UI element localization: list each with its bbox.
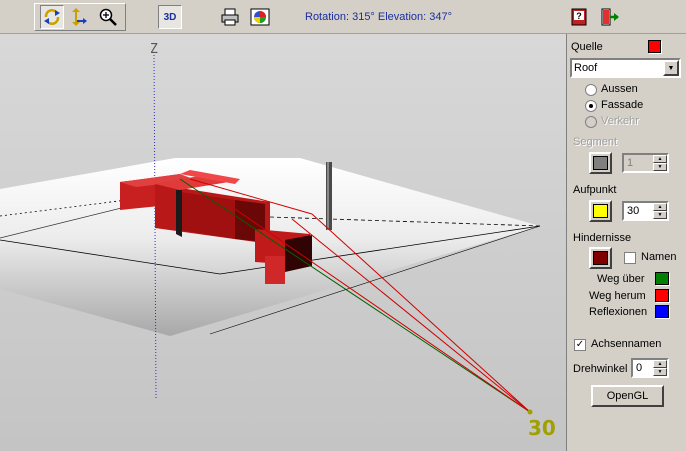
legend-weg-herum-swatch[interactable] [655,289,669,302]
rotation-elevation-status: Rotation: 315° Elevation: 347° [305,11,453,23]
color-palette-icon [250,8,270,26]
zoom-button[interactable] [96,5,120,29]
aufpunkt-color-button[interactable] [589,200,612,222]
3d-label: 3D [163,11,177,23]
drehwinkel-value: 0 [636,362,643,374]
aufpunkt-color-fill [593,204,608,218]
source-select[interactable]: Roof ▼ [570,58,681,78]
toolbar: 3D Rotation: 315° Elevation: 347° ? [0,0,686,34]
quelle-label: Quelle [571,41,603,53]
hindernisse-color-button[interactable] [589,247,612,269]
hindernisse-label: Hindernisse [573,232,632,244]
source-select-value: Roof [574,62,598,74]
radio-aussen-label[interactable]: Aussen [601,83,638,95]
namen-label[interactable]: Namen [641,251,676,263]
legend-reflexionen-swatch[interactable] [655,305,669,318]
legend-reflexionen-label: Reflexionen [589,306,648,318]
3d-scene[interactable] [0,34,566,451]
legend-weg-ueber-label: Weg über [597,273,645,285]
chevron-down-icon[interactable]: ▼ [663,60,679,76]
legend-weg-ueber-swatch[interactable] [655,272,669,285]
exit-icon [601,8,619,26]
printer-icon [221,8,239,26]
aufpunkt-spinner[interactable]: 30 ▲ ▼ [622,201,669,221]
radio-aussen[interactable] [585,84,597,96]
rotate-icon [44,9,60,25]
aufpunkt-label: Aufpunkt [573,184,617,196]
aufpunkt-value: 30 [627,205,640,217]
3d-toggle-button[interactable]: 3D [158,5,182,29]
drehwinkel-spinner[interactable]: 0 ▲ ▼ [631,358,669,378]
achsennamen-label[interactable]: Achsennamen [591,338,661,350]
namen-checkbox[interactable] [624,252,636,264]
drehwinkel-spin-arrows[interactable]: ▲ ▼ [653,360,667,376]
segment-color-fill [593,156,608,170]
print-button[interactable] [218,5,242,29]
hindernisse-color-fill [593,251,608,265]
radio-fassade[interactable] [585,100,597,112]
legend-weg-herum-label: Weg herum [589,290,646,302]
segment-color-button[interactable] [589,152,612,174]
help-button[interactable]: ? [567,5,591,29]
exit-button[interactable] [598,5,622,29]
svg-text:?: ? [576,11,582,21]
obstacle-pole-highlight [327,162,329,230]
settings-panel: Quelle Roof ▼ Aussen Fassade Verkehr Seg… [566,34,686,451]
move-button[interactable] [66,5,90,29]
radio-verkehr-label[interactable]: Verkehr [601,115,639,127]
drehwinkel-label: Drehwinkel [573,363,628,375]
radio-verkehr[interactable] [585,116,597,128]
z-axis-label: Z [150,42,158,57]
achsennamen-checkbox[interactable]: ✓ [574,339,586,351]
segment-spinner[interactable]: 1 ▲ ▼ [622,153,669,173]
zoom-icon [99,8,117,26]
palette-button[interactable] [248,5,272,29]
move-icon [72,8,87,26]
help-icon: ? [571,8,587,26]
receiver-point[interactable] [527,409,533,415]
quelle-color-swatch[interactable] [648,40,661,53]
3d-viewport[interactable]: Z 30 [0,34,566,451]
segment-label: Segment [573,136,618,148]
rotate-button[interactable] [40,5,64,29]
opengl-button[interactable]: OpenGL [591,385,664,407]
segment-value: 1 [627,157,634,169]
opengl-button-label: OpenGL [606,390,649,402]
aufpunkt-spin-arrows[interactable]: ▲ ▼ [653,203,667,219]
receiver-label: 30 [528,416,556,440]
radio-fassade-label[interactable]: Fassade [601,99,643,111]
segment-spin-arrows[interactable]: ▲ ▼ [653,155,667,171]
